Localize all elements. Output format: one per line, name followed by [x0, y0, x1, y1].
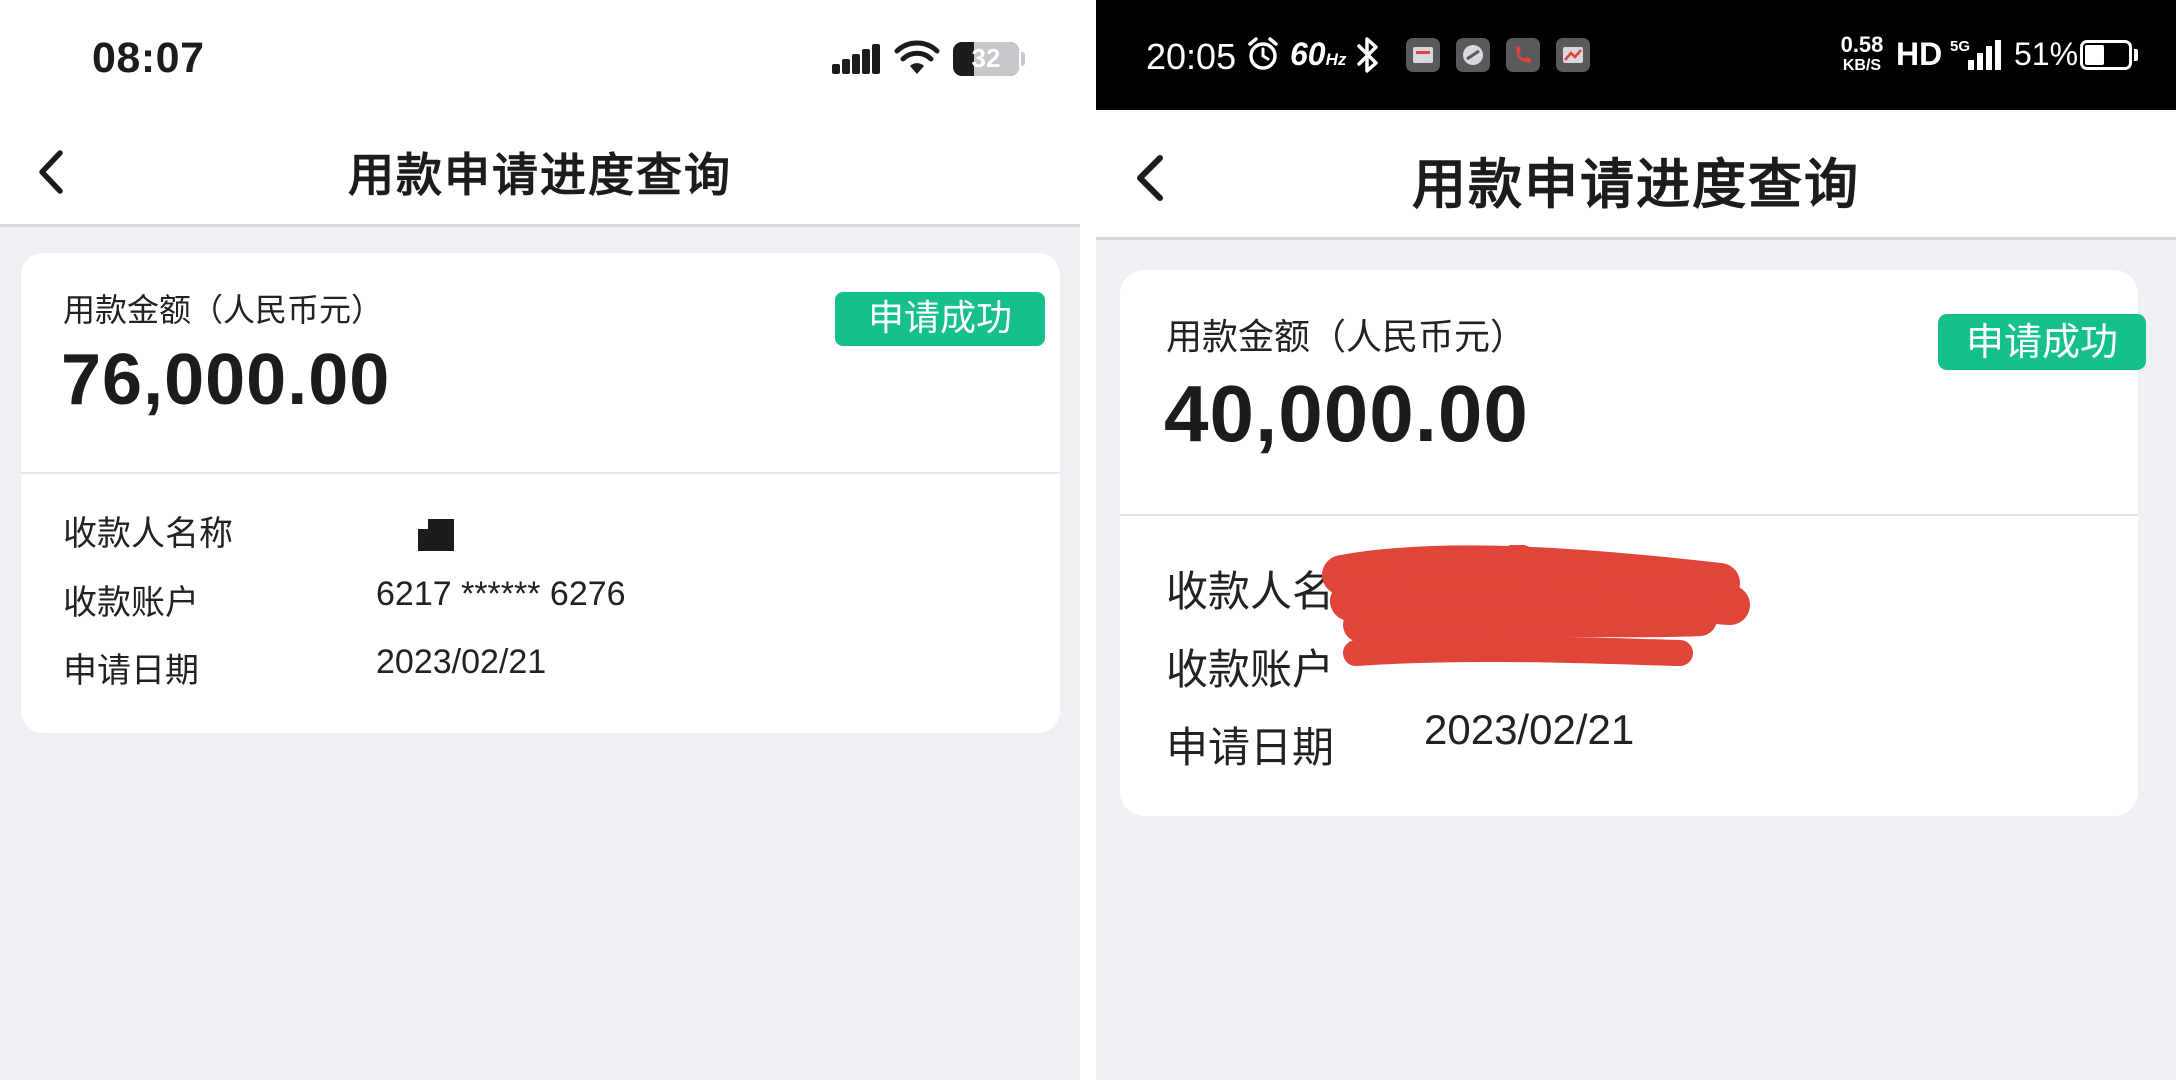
battery-level	[2085, 45, 2105, 65]
amount-value: 76,000.00	[61, 340, 391, 420]
cellular-signal-icon	[832, 44, 882, 74]
cellular-signal-icon	[1968, 40, 2002, 70]
battery-percent: 51%	[2014, 36, 2079, 72]
nav-bar: 用款申请进度查询	[1096, 110, 2176, 240]
apply-date-label: 申请日期	[1166, 723, 1335, 772]
apply-date-label: 申请日期	[63, 651, 199, 691]
network-type: 5G	[1950, 38, 1971, 55]
battery-icon: 32	[953, 42, 1019, 76]
right-phone-screen: 20:05 60Hz 0.58 KB/S HD 5G 51% 用款申请进度查询 …	[1096, 0, 2176, 1080]
payee-name-label: 收款人名称	[63, 514, 233, 554]
status-bar: 20:05 60Hz 0.58 KB/S HD 5G 51%	[1096, 0, 2176, 110]
status-badge: 申请成功	[835, 292, 1045, 346]
status-time: 08:07	[92, 34, 205, 82]
hd-indicator: HD	[1896, 36, 1943, 72]
wifi-icon	[894, 40, 940, 74]
alarm-icon	[1248, 37, 1278, 70]
amount-label: 用款金额（人民币元）	[63, 291, 384, 329]
battery-cap	[1021, 52, 1025, 66]
red-redaction-scribble	[1322, 545, 1750, 666]
status-bar: 08:07 32	[0, 0, 1080, 115]
refresh-rate-value: 60	[1290, 36, 1326, 72]
left-phone-screen: 08:07 32 用款申请进度查询 用款金额（人民币元） 76,000.00 申…	[0, 0, 1080, 1080]
app-notification-icon	[1556, 38, 1590, 72]
card-divider	[21, 472, 1060, 474]
amount-label: 用款金额（人民币元）	[1166, 317, 1527, 358]
payee-account-label: 收款账户	[63, 583, 199, 623]
bluetooth-icon	[1357, 37, 1378, 73]
application-card: 用款金额（人民币元） 76,000.00 申请成功 收款人名称 收款账户 621…	[21, 253, 1060, 733]
payee-account-value: 6217 ****** 6276	[376, 575, 626, 613]
phone-icon	[1506, 38, 1540, 72]
battery-cap	[2134, 49, 2138, 61]
redaction-notch	[418, 519, 428, 529]
battery-percent: 32	[971, 43, 1001, 73]
image-gap	[1080, 0, 1096, 1080]
network-speed-unit: KB/S	[1842, 57, 1882, 74]
amount-value: 40,000.00	[1164, 369, 1529, 458]
card-divider	[1120, 514, 2138, 516]
status-time: 20:05	[1146, 36, 1237, 77]
app-notification-icon	[1406, 38, 1440, 72]
network-speed: 0.58 KB/S	[1834, 34, 1890, 74]
refresh-rate-unit: Hz	[1325, 50, 1347, 69]
refresh-rate: 60Hz	[1290, 36, 1346, 73]
network-speed-value: 0.58	[1840, 32, 1884, 57]
app-notification-icon	[1456, 38, 1490, 72]
status-badge: 申请成功	[1938, 314, 2146, 370]
page-title: 用款申请进度查询	[348, 148, 732, 202]
application-card: 用款金额（人民币元） 40,000.00 申请成功 收款人名称 收款账户 申请日…	[1120, 270, 2146, 816]
screenshot-pair: 08:07 32 用款申请进度查询 用款金额（人民币元） 76,000.00 申…	[0, 0, 2176, 1080]
payee-account-label: 收款账户	[1166, 645, 1335, 694]
nav-bar: 用款申请进度查询	[0, 115, 1080, 227]
apply-date-value: 2023/02/21	[376, 643, 547, 681]
battery-icon	[2080, 40, 2132, 70]
apply-date-value: 2023/02/21	[1424, 706, 1635, 753]
page-title: 用款申请进度查询	[1412, 153, 1860, 216]
